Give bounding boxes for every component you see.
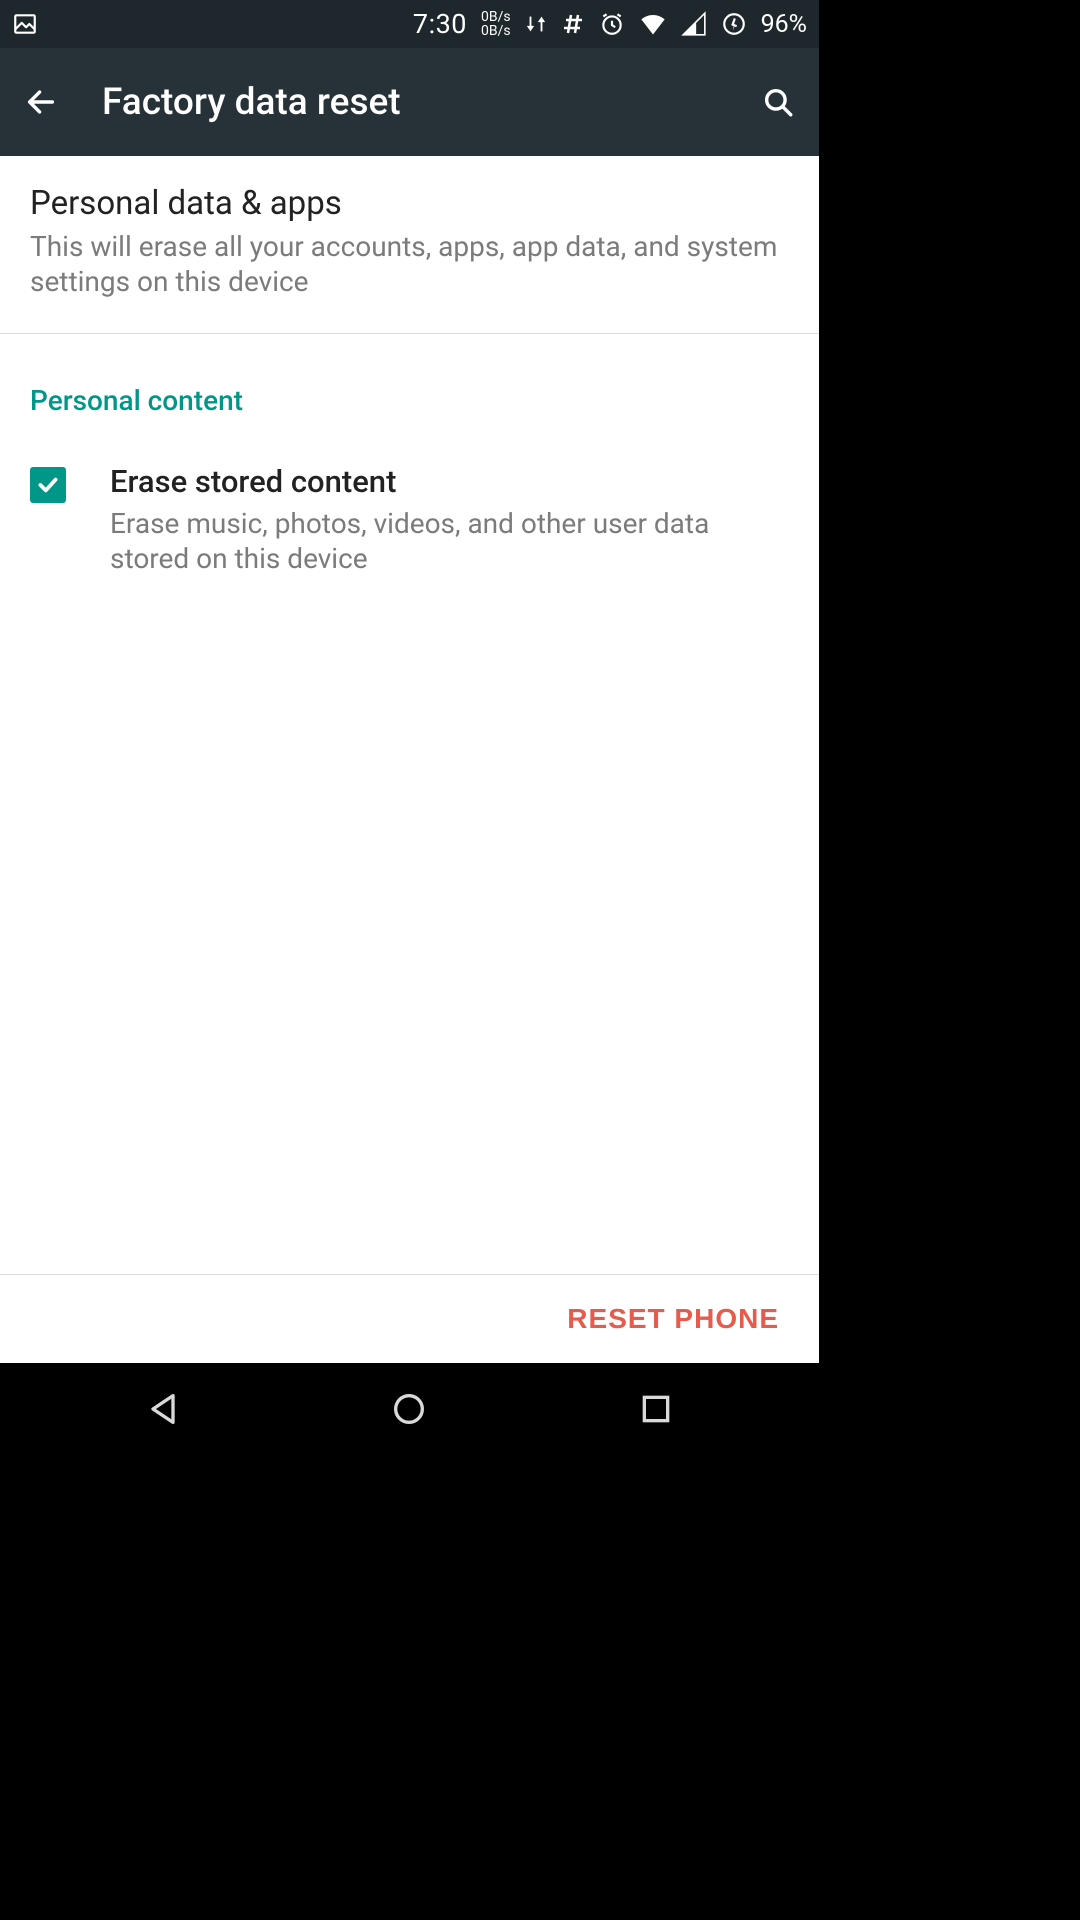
app-bar: Factory data reset <box>0 48 819 156</box>
button-bar: RESET PHONE <box>0 1274 819 1363</box>
power-icon <box>721 11 747 37</box>
nav-recent-icon[interactable] <box>636 1389 676 1429</box>
signal-icon <box>681 11 707 37</box>
alarm-icon <box>599 11 625 37</box>
erase-checkbox[interactable] <box>30 467 66 503</box>
status-bar: 7:30 0B/s 0B/s <box>0 0 819 48</box>
personal-content-header: Personal content <box>0 334 819 433</box>
erase-text: Erase stored content Erase music, photos… <box>110 463 789 576</box>
reset-phone-button[interactable]: RESET PHONE <box>567 1303 779 1335</box>
wifi-icon <box>639 10 667 38</box>
erase-desc: Erase music, photos, videos, and other u… <box>110 506 789 576</box>
page-title: Factory data reset <box>102 81 717 124</box>
nav-home-icon[interactable] <box>389 1389 429 1429</box>
personal-data-desc: This will erase all your accounts, apps,… <box>30 229 789 299</box>
search-icon[interactable] <box>761 85 795 119</box>
status-left <box>12 11 38 37</box>
screen: 7:30 0B/s 0B/s <box>0 0 819 1455</box>
hash-icon <box>561 12 585 36</box>
picture-icon <box>12 11 38 37</box>
nav-back-icon[interactable] <box>143 1389 183 1429</box>
data-arrows-icon <box>525 13 547 35</box>
erase-stored-content-row[interactable]: Erase stored content Erase music, photos… <box>0 433 819 596</box>
content: Personal data & apps This will erase all… <box>0 156 819 1363</box>
status-clock: 7:30 <box>413 8 467 40</box>
network-rate: 0B/s 0B/s <box>481 10 511 38</box>
personal-data-section: Personal data & apps This will erase all… <box>0 156 819 334</box>
erase-title: Erase stored content <box>110 463 789 500</box>
personal-data-title: Personal data & apps <box>30 184 789 223</box>
back-icon[interactable] <box>24 85 58 119</box>
net-up-label: 0B/s <box>481 10 511 24</box>
nav-bar <box>0 1363 819 1455</box>
battery-percent: 96% <box>761 10 807 39</box>
net-down-label: 0B/s <box>481 24 511 38</box>
